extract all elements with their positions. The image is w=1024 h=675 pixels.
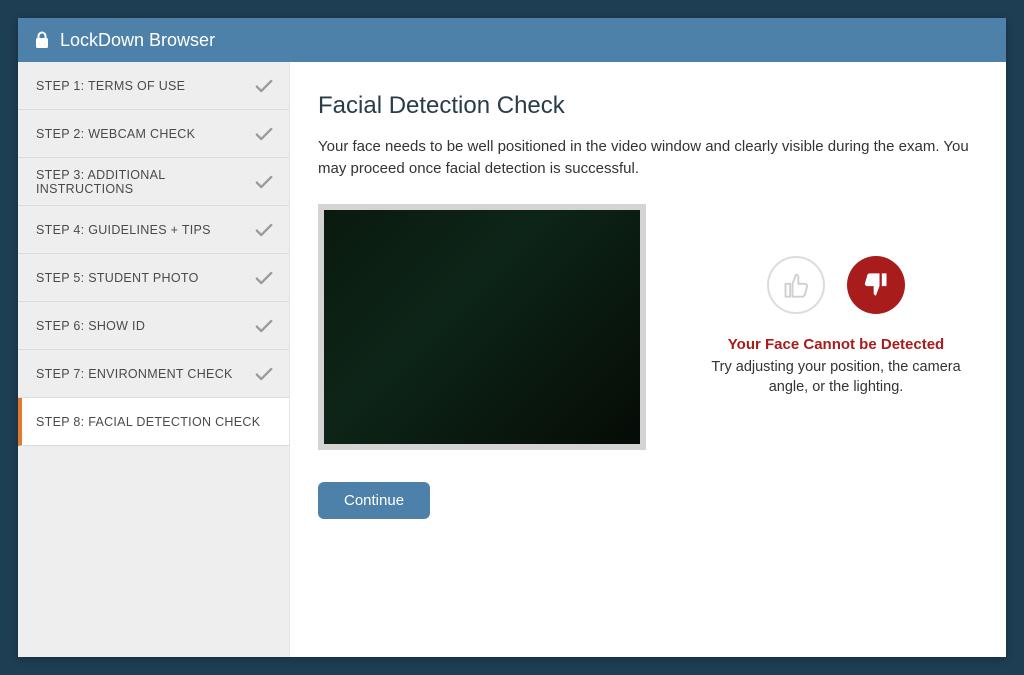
sidebar-step-label: STEP 8: FACIAL DETECTION CHECK (36, 415, 260, 429)
page-title: Facial Detection Check (318, 92, 970, 120)
check-icon (253, 219, 275, 241)
detection-status: Your Face Cannot be Detected Try adjusti… (702, 256, 970, 398)
sidebar-step-label: STEP 6: SHOW ID (36, 319, 145, 333)
sidebar-step-label: STEP 1: TERMS OF USE (36, 79, 185, 93)
sidebar-step-7[interactable]: STEP 7: ENVIRONMENT CHECK (18, 350, 289, 398)
thumbs-up-icon (767, 256, 825, 314)
check-icon (253, 315, 275, 337)
app-title: LockDown Browser (60, 30, 215, 51)
sidebar-step-3[interactable]: STEP 3: ADDITIONAL INSTRUCTIONS (18, 158, 289, 206)
sidebar-step-label: STEP 3: ADDITIONAL INSTRUCTIONS (36, 168, 253, 196)
status-subtitle: Try adjusting your position, the camera … (702, 357, 970, 398)
check-icon (253, 363, 275, 385)
detection-row: Your Face Cannot be Detected Try adjusti… (318, 204, 970, 450)
sidebar-step-6[interactable]: STEP 6: SHOW ID (18, 302, 289, 350)
app-body: STEP 1: TERMS OF USE STEP 2: WEBCAM CHECK… (18, 62, 1006, 657)
sidebar-step-label: STEP 4: GUIDELINES + TIPS (36, 223, 211, 237)
check-icon (253, 75, 275, 97)
sidebar-step-label: STEP 2: WEBCAM CHECK (36, 127, 195, 141)
main-content: Facial Detection Check Your face needs t… (290, 62, 1006, 657)
thumbs-row (702, 256, 970, 314)
check-icon (253, 123, 275, 145)
sidebar-step-label: STEP 5: STUDENT PHOTO (36, 271, 199, 285)
check-icon (253, 171, 275, 193)
sidebar-step-label: STEP 7: ENVIRONMENT CHECK (36, 367, 233, 381)
thumbs-down-icon (847, 256, 905, 314)
sidebar-step-4[interactable]: STEP 4: GUIDELINES + TIPS (18, 206, 289, 254)
sidebar-step-8[interactable]: STEP 8: FACIAL DETECTION CHECK (18, 398, 289, 446)
page-description: Your face needs to be well positioned in… (318, 136, 970, 180)
status-title: Your Face Cannot be Detected (702, 336, 970, 353)
webcam-preview (318, 204, 646, 450)
check-icon (253, 267, 275, 289)
lock-icon (34, 31, 50, 49)
continue-button[interactable]: Continue (318, 482, 430, 519)
sidebar-step-1[interactable]: STEP 1: TERMS OF USE (18, 62, 289, 110)
sidebar-step-2[interactable]: STEP 2: WEBCAM CHECK (18, 110, 289, 158)
title-bar: LockDown Browser (18, 18, 1006, 62)
app-window: LockDown Browser STEP 1: TERMS OF USESTE… (18, 18, 1006, 657)
step-sidebar: STEP 1: TERMS OF USE STEP 2: WEBCAM CHECK… (18, 62, 290, 657)
sidebar-step-5[interactable]: STEP 5: STUDENT PHOTO (18, 254, 289, 302)
